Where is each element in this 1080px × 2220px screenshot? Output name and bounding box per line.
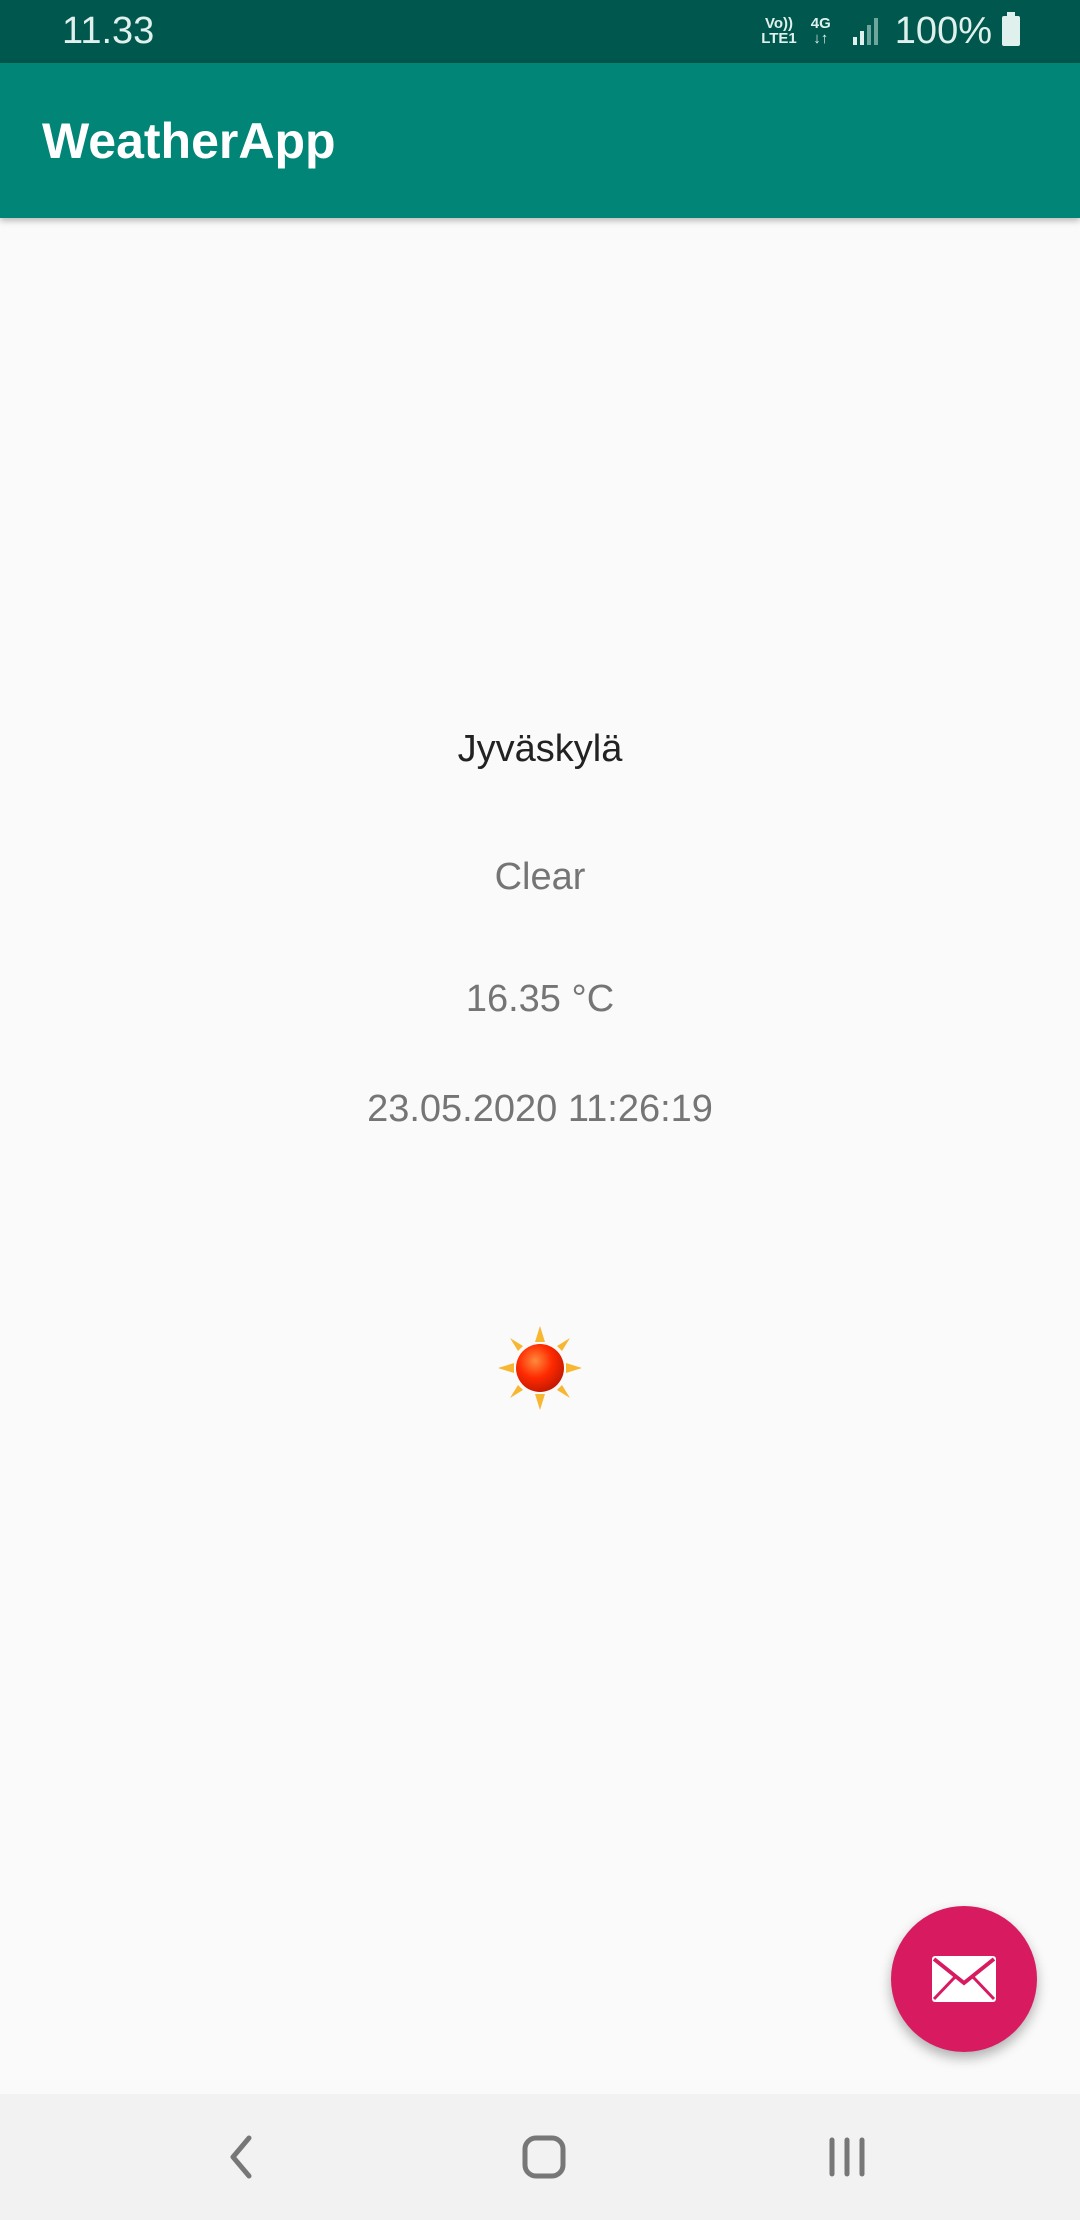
signal-icon [852,17,881,45]
app-title: WeatherApp [42,113,336,169]
status-bar: 11.33 Vo)) LTE1 4G ↓↑ 100% [0,0,1080,63]
battery-icon [1002,12,1020,46]
mail-icon [932,1956,996,2002]
volte-indicator: Vo)) LTE1 [761,16,797,46]
weather-condition: Clear [494,856,586,898]
battery-percent: 100% [894,9,992,52]
status-time: 11.33 [62,10,155,52]
back-button[interactable] [206,2124,276,2190]
status-icons: Vo)) LTE1 4G ↓↑ 100% [761,6,1020,56]
recents-icon [829,2137,865,2177]
network-label: 4G [810,15,831,32]
network-indicator: 4G ↓↑ [811,16,831,46]
lte-label: LTE1 [761,30,797,47]
navigation-bar [0,2094,1080,2220]
app-bar: WeatherApp [0,63,1080,218]
weather-app-screen: 11.33 Vo)) LTE1 4G ↓↑ 100% WeatherApp Jy… [0,0,1080,2220]
data-arrows-icon: ↓↑ [813,30,829,47]
recents-button[interactable] [812,2124,882,2190]
home-button[interactable] [509,2124,579,2190]
observation-datetime: 23.05.2020 11:26:19 [367,1088,713,1130]
send-email-fab[interactable] [891,1906,1037,2052]
sun-icon [496,1324,584,1412]
temperature: 16.35 °C [465,978,615,1020]
back-chevron-icon [230,2135,252,2179]
volte-label: Vo)) [764,15,794,32]
city-name: Jyväskylä [457,728,623,770]
home-icon [522,2135,566,2179]
